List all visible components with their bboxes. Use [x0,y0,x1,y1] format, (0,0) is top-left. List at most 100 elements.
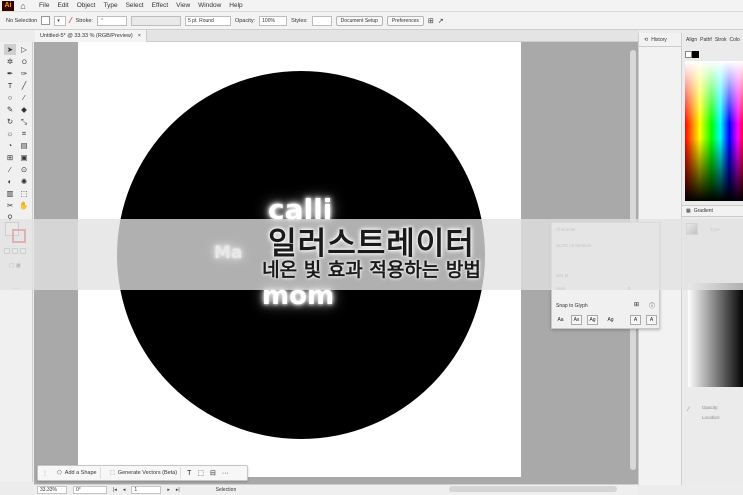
menu-view[interactable]: View [176,2,190,9]
baseline-snap-icon[interactable]: Aa [555,315,566,325]
style-dropdown[interactable] [311,15,332,26]
menu-file[interactable]: File [39,2,49,9]
image-icon[interactable]: ⊟ [210,469,216,477]
document-tab-title: Untitled-5* @ 33.33 % (RGB/Preview) [40,33,133,39]
color-spectrum[interactable] [685,61,743,201]
document-setup-button[interactable]: Document Setup [335,15,383,26]
generate-vectors-button[interactable]: ⬚ Generate Vectors (Beta) [107,467,182,479]
eyedropper-tool-icon[interactable]: ⁄ [4,164,16,175]
artboard-tool-icon[interactable]: ⬚ [18,188,30,199]
last-artboard-icon[interactable]: ▸| [176,487,180,493]
stroke-swatch-icon[interactable]: ⁄ [70,16,71,25]
control-bar: No Selection ▾ ⁄ Stroke: ⌃ 5 pt. Round O… [0,12,743,30]
opacity-label: Opacity: [234,17,256,24]
curvature-tool-icon[interactable]: ✑ [18,68,30,79]
menu-edit[interactable]: Edit [57,2,68,9]
glyph-guides-icon[interactable]: ⊞ [634,301,639,308]
graph-tool-icon[interactable]: ▥ [4,188,16,199]
horizontal-scrollbar[interactable] [449,486,617,492]
history-panel-header[interactable]: ⟲ History [639,33,681,47]
ellipse-tool-icon[interactable]: ○ [4,92,16,103]
menu-type[interactable]: Type [103,2,117,9]
menu-window[interactable]: Window [198,2,221,9]
stroke-weight-field[interactable]: ⌃ [96,15,127,26]
home-icon[interactable]: ⌂ [17,1,29,11]
previous-artboard-icon[interactable]: ◂ [123,487,126,493]
free-transform-tool-icon[interactable]: ⌗ [18,128,30,139]
rotate-view-value: 0° [76,487,81,493]
mesh-tool-icon[interactable]: ⊞ [4,152,16,163]
glyph-bounds-snap-icon[interactable]: Ag [587,315,598,325]
scale-tool-icon[interactable]: ⤡ [18,116,30,127]
document-tab[interactable]: Untitled-5* @ 33.33 % (RGB/Preview) × [35,30,147,42]
tab-align[interactable]: Align [686,37,697,47]
hand-tool-icon[interactable]: ✋ [18,200,30,211]
color-stroke-swatch[interactable] [692,51,699,58]
gradient-panel-title: Gradient [693,208,713,214]
more-options-icon[interactable]: ··· [222,470,229,477]
arrange-icon[interactable]: ⊞ [428,17,434,25]
tab-color[interactable]: Colo [729,37,739,47]
app-logo: Ai [2,0,14,11]
brush-dropdown[interactable]: 5 pt. Round [184,15,231,26]
shape-builder-tool-icon[interactable]: ◔ [4,140,16,151]
warp-tool-icon[interactable]: ☼ [4,128,16,139]
blend-tool-icon[interactable]: ◐ [4,176,16,187]
anchor-point-snap-icon[interactable]: A [646,315,657,325]
menu-help[interactable]: Help [229,2,242,9]
info-icon[interactable]: ⓘ [649,301,655,310]
artboard-number-field[interactable]: 1 [131,486,162,494]
eraser-tool-icon[interactable]: ◆ [18,104,30,115]
type-tool-icon[interactable]: T [4,80,16,91]
gradient-ramp[interactable] [688,283,743,387]
preferences-button[interactable]: Preferences [386,15,424,26]
share-icon[interactable]: ↗ [438,17,444,25]
selection-tool-icon[interactable]: ➤ [4,44,16,55]
next-artboard-icon[interactable]: ▸ [167,487,170,493]
drag-handle-icon[interactable]: ⋮ [42,470,48,477]
add-shape-button[interactable]: ⬠ Add a Shape [54,467,101,479]
history-panel-title: History [651,36,667,43]
variable-width-dropdown[interactable] [130,15,181,26]
slice-tool-icon[interactable]: ✂ [4,200,16,211]
live-paint-tool-icon[interactable]: ▤ [18,140,30,151]
menu-effect[interactable]: Effect [152,2,169,9]
gradient-panel-header[interactable]: ▦ Gradient [682,205,743,217]
gradient-tool-icon[interactable]: ▣ [18,152,30,163]
opacity-field[interactable]: 100% [259,15,288,26]
artboard-number-value: 1 [134,487,138,493]
menu-object[interactable]: Object [77,2,96,9]
tab-stroke[interactable]: Strok [715,37,727,47]
zoom-field[interactable]: 33.33% [37,486,67,494]
fill-dropdown[interactable]: ▾ [54,15,67,26]
paintbrush-tool-icon[interactable]: ⁄ [18,92,30,103]
eyedropper-icon[interactable]: ⁄ [688,407,689,413]
document-tab-row: Untitled-5* @ 33.33 % (RGB/Preview) × [35,30,639,42]
x-height-snap-icon[interactable]: Ax [571,315,582,325]
color-fill-swatch[interactable] [685,51,692,58]
type-icon[interactable]: T [187,470,191,477]
proximity-guides-icon[interactable]: Ag [605,315,616,325]
gradient-icon: ▦ [686,208,691,214]
fill-swatch[interactable] [41,16,51,25]
line-tool-icon[interactable]: ╱ [18,80,30,91]
first-artboard-icon[interactable]: |◂ [113,487,117,493]
rotate-tool-icon[interactable]: ↻ [4,116,16,127]
menu-select[interactable]: Select [126,2,144,9]
current-tool-status: Selection [215,487,237,493]
symbol-sprayer-tool-icon[interactable]: ✺ [18,176,30,187]
measure-tool-icon[interactable]: ⊙ [18,164,30,175]
direct-selection-tool-icon[interactable]: ▷ [18,44,30,55]
generate-vectors-label: Generate Vectors (Beta) [117,470,178,476]
lasso-tool-icon[interactable]: ഠ [18,56,30,67]
rotate-view-field[interactable]: 0° [73,486,107,494]
magic-wand-tool-icon[interactable]: ✲ [4,56,16,67]
close-icon[interactable]: × [138,33,141,39]
tab-pathfinder[interactable]: Pathf [700,37,712,47]
angular-guides-icon[interactable]: A [630,315,641,325]
gradient-opacity-label: Opacity: [702,405,719,410]
pen-tool-icon[interactable]: ✒ [4,68,16,79]
generate-icon: ⬚ [109,470,115,476]
crop-icon[interactable]: ⬚ [197,469,204,477]
shaper-tool-icon[interactable]: ✎ [4,104,16,115]
